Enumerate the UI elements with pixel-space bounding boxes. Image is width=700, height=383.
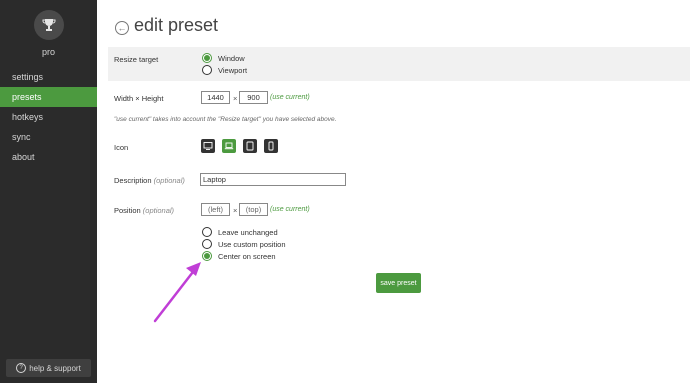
size-label: Width × Height (114, 94, 164, 103)
position-optional: (optional) (142, 206, 175, 215)
radio-window[interactable]: Window (202, 53, 245, 63)
description-optional: (optional) (153, 176, 185, 185)
description-label-text: Description (114, 176, 152, 185)
avatar (34, 10, 64, 40)
sidebar-item-presets[interactable]: presets (0, 87, 97, 107)
times-sign: × (233, 206, 238, 215)
radio-center-on-screen[interactable]: Center on screen (202, 251, 276, 261)
height-input[interactable]: 900 (239, 91, 268, 104)
description-label: Description (optional) (114, 176, 185, 185)
tablet-icon (246, 141, 254, 151)
icon-label: Icon (114, 143, 129, 152)
back-arrow-icon[interactable]: ← (115, 21, 129, 35)
position-top-input[interactable]: (top) (239, 203, 268, 216)
laptop-icon-button[interactable] (222, 139, 236, 153)
sidebar-item-hotkeys[interactable]: hotkeys (0, 107, 97, 127)
radio-circle (202, 53, 212, 63)
radio-circle (202, 239, 212, 249)
radio-viewport[interactable]: Viewport (202, 65, 247, 75)
laptop-icon (224, 142, 234, 150)
user-name: pro (41, 47, 55, 57)
radio-circle (202, 251, 212, 261)
use-current-position-link[interactable]: (use current) (270, 206, 310, 213)
position-left-input[interactable]: (left) (201, 203, 230, 216)
radio-center-on-screen-label: Center on screen (218, 251, 276, 261)
description-input[interactable]: Laptop (200, 173, 346, 186)
question-icon: ? (16, 363, 27, 373)
sidebar-nav: settings presets hotkeys sync about (0, 67, 97, 167)
radio-window-label: Window (218, 53, 245, 63)
use-current-note: "use current" takes into account the "Re… (114, 116, 337, 123)
radio-leave-unchanged[interactable]: Leave unchanged (202, 227, 278, 237)
position-label-text: Position (114, 206, 141, 215)
sidebar-item-settings[interactable]: settings (0, 67, 97, 87)
times-sign: × (233, 94, 238, 103)
position-label: Position (optional) (114, 206, 174, 215)
help-support-label: help & support (29, 363, 81, 373)
width-input[interactable]: 1440 (201, 91, 230, 104)
phone-icon-button[interactable] (264, 139, 278, 153)
radio-custom-position-label: Use custom position (218, 239, 286, 249)
radio-viewport-label: Viewport (218, 65, 248, 75)
radio-leave-unchanged-label: Leave unchanged (218, 227, 278, 237)
sidebar-item-about[interactable]: about (0, 147, 97, 167)
phone-icon (268, 141, 274, 151)
radio-circle (202, 227, 212, 237)
sidebar: pro settings presets hotkeys sync about … (0, 0, 97, 383)
resize-target-label: Resize target (114, 55, 159, 64)
radio-circle (202, 65, 212, 75)
radio-custom-position[interactable]: Use custom position (202, 239, 286, 249)
page-title: edit preset (134, 15, 219, 35)
help-support-button[interactable]: ? help & support (6, 359, 91, 377)
use-current-size-link[interactable]: (use current) (270, 94, 310, 101)
resize-target-row (108, 47, 690, 81)
desktop-icon (203, 142, 213, 150)
save-preset-button[interactable]: save preset (376, 273, 421, 293)
desktop-icon-button[interactable] (201, 139, 215, 153)
trophy-icon (42, 19, 56, 31)
sidebar-item-sync[interactable]: sync (0, 127, 97, 147)
tablet-icon-button[interactable] (243, 139, 257, 153)
